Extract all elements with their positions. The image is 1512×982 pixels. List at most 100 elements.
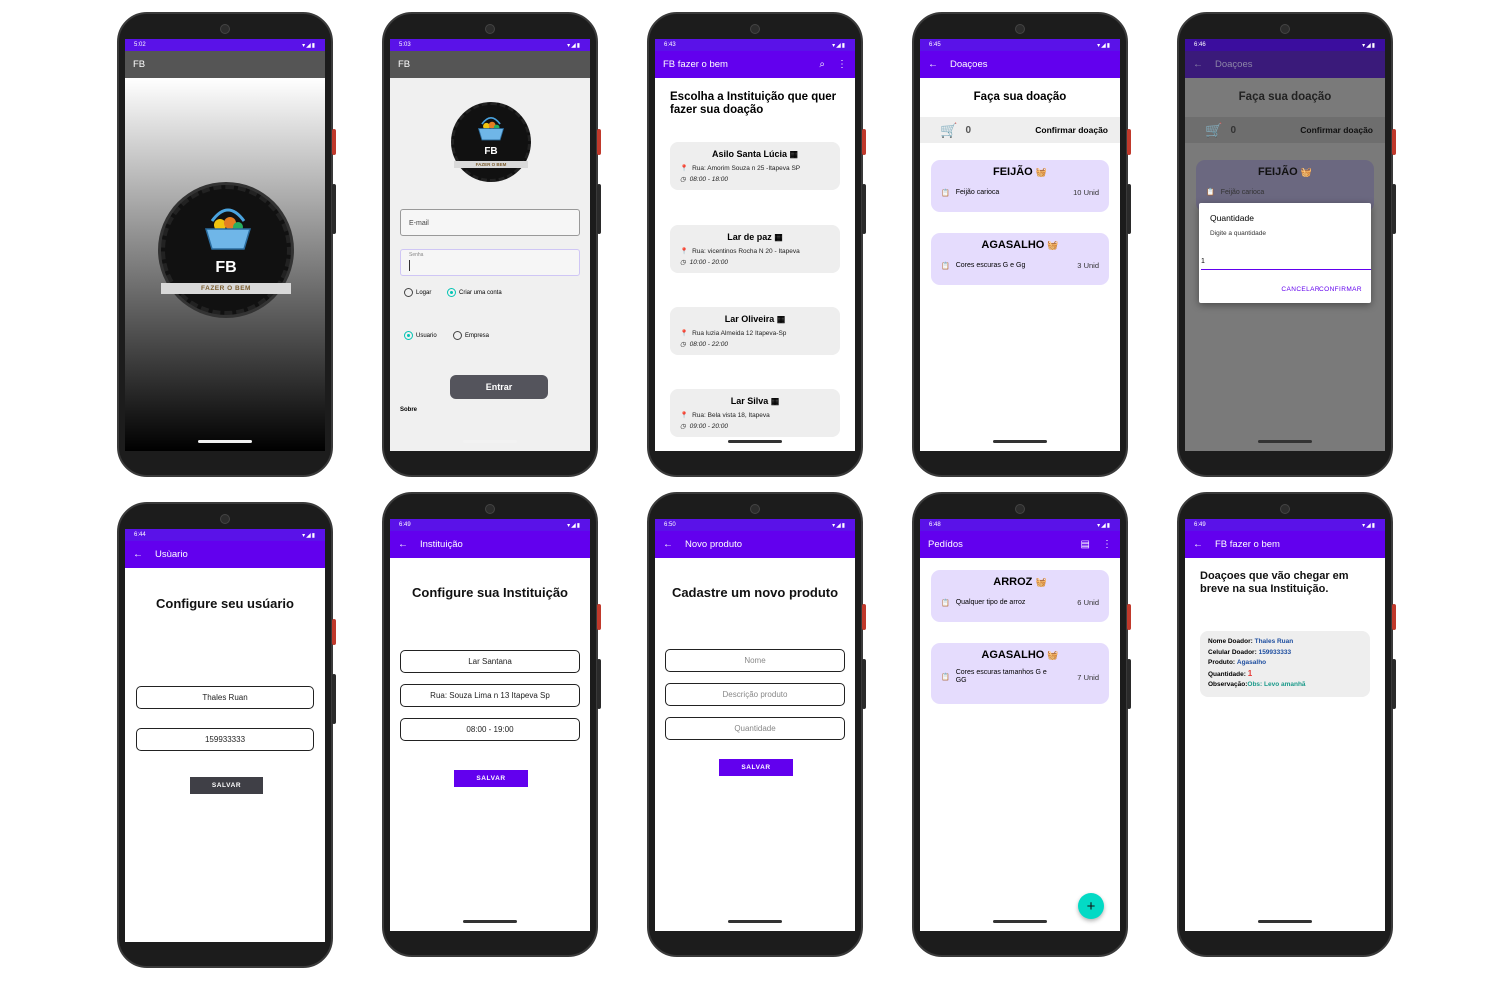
page-heading: Faça sua doação — [1238, 91, 1332, 103]
password-field[interactable]: Senha — [400, 249, 580, 276]
app-bar: ← Novo produto — [655, 531, 855, 558]
screen: 6:49 ▾◢▮ ← Instituição Configure sua Insti… — [390, 519, 590, 931]
more-vert-icon[interactable]: ⋮ — [1102, 539, 1112, 550]
app-title: Usùario — [155, 549, 188, 560]
app-bar: FB — [390, 51, 590, 78]
location-pin-icon: 📍 — [680, 248, 689, 255]
nav-handle[interactable] — [728, 920, 782, 923]
nav-handle[interactable] — [728, 440, 782, 443]
save-button[interactable]: SALVAR — [454, 770, 528, 787]
confirm-donation-button[interactable]: Confirmar doação — [1035, 125, 1108, 135]
camera — [485, 24, 495, 34]
cancel-button[interactable]: CANCELAR — [1281, 286, 1320, 293]
page-heading: Doaçoes que vão chegar em breve na sua I… — [1200, 570, 1349, 595]
add-fab-button[interactable]: + — [1078, 893, 1104, 919]
donor-phone: 159933333 — [1258, 648, 1292, 656]
password-label: Senha — [409, 252, 424, 258]
donation-product: Agasalho — [1236, 659, 1267, 666]
product-card[interactable]: AGASALHO 🧺 📋 Cores escuras G e Gg 3 Unid — [931, 233, 1109, 285]
nav-handle[interactable] — [993, 920, 1047, 923]
status-bar: 6:45 ▾◢▮ — [920, 39, 1120, 51]
app-bar: ← Doaçoes — [1185, 51, 1385, 78]
back-arrow-icon[interactable]: ← — [133, 549, 143, 560]
building-icon: ▦ — [789, 149, 799, 159]
camera — [750, 504, 760, 514]
back-arrow-icon[interactable]: ← — [663, 539, 673, 550]
radio-usuario[interactable]: Usuario — [404, 331, 437, 340]
confirm-button[interactable]: CONFIRMAR — [1319, 286, 1362, 293]
nav-handle[interactable] — [1258, 920, 1312, 923]
cart-icon: 🛒 — [940, 121, 958, 138]
institution-card[interactable]: Asilo Santa Lúcia ▦ 📍 Rua: Amorim Souza n… — [670, 142, 840, 190]
app-title: Novo produto — [685, 539, 743, 550]
phone-novo-produto: 6:50 ▾◢▮ ← Novo produto Cadastre um novo p… — [647, 492, 866, 957]
entrar-button[interactable]: Entrar — [450, 375, 548, 399]
page-heading: Escolha a Instituição que quer fazer sua… — [670, 91, 837, 116]
status-bar: 6:49 ▾◢▮ — [1185, 519, 1385, 531]
logo-badge: FB FAZER O BEM — [451, 102, 531, 182]
save-button[interactable]: SALVAR — [719, 759, 793, 776]
radio-criar-conta[interactable]: Criar uma conta — [447, 288, 502, 297]
phone-instituicao: 6:49 ▾◢▮ ← Instituição Configure sua Insti… — [382, 492, 601, 957]
nav-handle[interactable] — [198, 440, 252, 443]
building-icon: ▦ — [776, 314, 786, 324]
more-vert-icon[interactable]: ⋮ — [837, 59, 847, 70]
back-arrow-icon[interactable]: ← — [928, 59, 938, 70]
institution-name-field[interactable]: Lar Santana — [400, 650, 580, 673]
phone-field[interactable]: 159933333 — [136, 728, 314, 751]
clipboard-icon: 📋 — [941, 674, 950, 681]
logo-letters: FB — [484, 146, 498, 157]
app-bar: FB — [125, 51, 325, 78]
institution-card[interactable]: Lar de paz ▦ 📍 Rua: vicentinos Rocha N 20… — [670, 225, 840, 273]
app-bar: ← Instituição — [390, 531, 590, 558]
name-field[interactable]: Thales Ruan — [136, 686, 314, 709]
back-arrow-icon[interactable]: ← — [1193, 59, 1203, 70]
product-description-field[interactable]: Descrição produto — [665, 683, 845, 706]
nav-handle[interactable] — [1258, 440, 1312, 443]
sobre-link[interactable]: Sobre — [400, 407, 417, 413]
email-field[interactable]: E-mail — [400, 209, 580, 236]
nav-handle[interactable] — [463, 920, 517, 923]
app-title: Doaçoes — [1215, 59, 1253, 70]
clipboard-icon: 📋 — [941, 599, 950, 607]
radio-empresa[interactable]: Empresa — [453, 331, 489, 340]
screen: 6:43 ▾◢▮ FB fazer o bem ⌕ ⋮ Escolha a Insti… — [655, 39, 855, 451]
order-card[interactable]: AGASALHO 🧺 📋 Cores escuras tamanhos G e G… — [931, 643, 1109, 704]
screen: 6:45 ▾◢▮ ← Doaçoes Faça sua doação 🛒 0 Con… — [920, 39, 1120, 451]
search-icon[interactable]: ⌕ — [819, 59, 825, 70]
status-bar: 5:02 ▾◢▮ — [125, 39, 325, 51]
camera — [1280, 504, 1290, 514]
back-arrow-icon[interactable]: ← — [1193, 539, 1203, 550]
institution-card[interactable]: Lar Silva ▦ 📍 Rua: Bela vista 18, Itapeva… — [670, 389, 840, 437]
app-title: FB fazer o bem — [1215, 539, 1280, 550]
phone-pedidos: 6:48 ▾◢▮ Pedídos ▤ ⋮ ARROZ 🧺 📋 Qualquer tipo… — [912, 492, 1131, 957]
product-card[interactable]: FEIJÃO 🧺 📋 Feijão carioca 10 Unid — [931, 160, 1109, 212]
product-quantity-field[interactable]: Quantidade — [665, 717, 845, 740]
clipboard-icon[interactable]: ▤ — [1081, 539, 1090, 550]
location-pin-icon: 📍 — [680, 165, 689, 172]
order-card[interactable]: ARROZ 🧺 📋 Qualquer tipo de arroz 6 Unid — [931, 570, 1109, 622]
confirm-donation-button[interactable]: Confirmar doação — [1300, 125, 1373, 135]
status-bar: 6:48 ▾◢▮ — [920, 519, 1120, 531]
radio-logar[interactable]: Logar — [404, 288, 431, 297]
phone-login: 5:03 ▾◢▮ FB FB FAZER O BEM E-mail Senha L… — [382, 12, 601, 477]
hours-field[interactable]: 08:00 - 19:00 — [400, 718, 580, 741]
address-field[interactable]: Rua: Souza Lima n 13 Itapeva Sp — [400, 684, 580, 707]
app-bar: ← Usùario — [125, 541, 325, 568]
screen: 5:02 ▾◢▮ FB FB FAZER O BEM — [125, 39, 325, 451]
quantity-dialog: Quantidade Digite a quantidade 1 CANCELA… — [1199, 203, 1371, 303]
basket-icon: 🧺 — [1047, 650, 1059, 660]
product-name-field[interactable]: Nome — [665, 649, 845, 672]
save-button[interactable]: SALVAR — [190, 777, 263, 794]
phone-splash: 5:02 ▾◢▮ FB FB FAZER O BEM — [117, 12, 336, 477]
app-title: FB fazer o bem — [663, 59, 728, 70]
donation-note: Obs: Levo amanhã — [1247, 681, 1306, 688]
donation-card[interactable]: Nome Doador: Thales Ruan Celular Doador:… — [1200, 631, 1370, 697]
institution-card[interactable]: Lar Oliveira ▦ 📍 Rua luzia Almeida 12 Ita… — [670, 307, 840, 355]
clipboard-icon: 📋 — [1206, 189, 1215, 196]
camera — [750, 24, 760, 34]
nav-handle[interactable] — [463, 440, 517, 443]
back-arrow-icon[interactable]: ← — [398, 539, 408, 550]
quantity-input[interactable]: 1 — [1201, 258, 1371, 270]
nav-handle[interactable] — [993, 440, 1047, 443]
